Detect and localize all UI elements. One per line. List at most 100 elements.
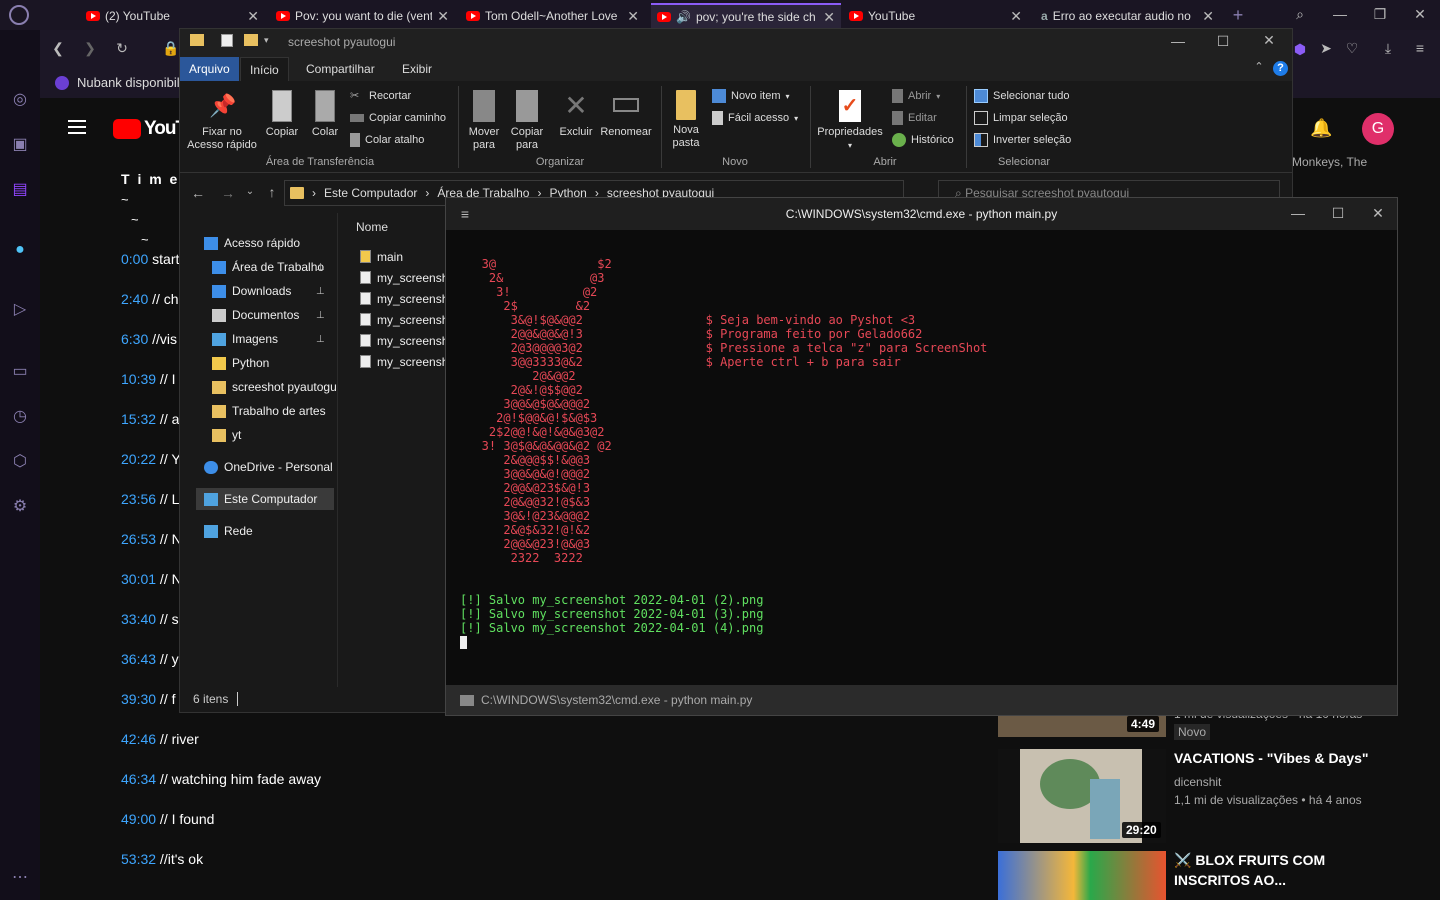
tab-pov-vent[interactable]: Pov: you want to die (vent ✕ [270, 3, 455, 29]
timestamp-link[interactable]: 33:40 [121, 611, 156, 627]
new-folder-button[interactable]: Nova pasta [664, 90, 708, 150]
avatar[interactable]: G [1362, 113, 1394, 145]
video-title-line2[interactable]: INSCRITOS AO... [1174, 872, 1286, 888]
timestamp-link[interactable]: 20:22 [121, 451, 156, 467]
shopping-bag-icon[interactable]: ▣ [10, 135, 30, 155]
extensions-icon[interactable]: ⬡ [10, 452, 30, 472]
whatsapp-icon[interactable]: ● [10, 240, 30, 260]
timestamp-link[interactable]: 23:56 [121, 491, 156, 507]
timestamp-link[interactable]: 0:00 [121, 251, 148, 267]
file-row[interactable]: my_screensh [360, 267, 448, 288]
player-icon[interactable]: ▷ [10, 300, 30, 320]
timestamp-link[interactable]: 49:00 [121, 811, 156, 827]
close-tab-icon[interactable]: ✕ [247, 8, 259, 25]
nav-item[interactable]: screeshot pyautogu [212, 376, 336, 398]
video-channel[interactable]: dicenshit [1174, 775, 1221, 789]
easy-access-button[interactable]: Fácil acesso ▾ [712, 110, 798, 126]
nav-item[interactable]: Este Computador [196, 488, 334, 510]
file-row[interactable]: main [360, 246, 403, 267]
tab-youtube-2[interactable]: YouTube ✕ [843, 3, 1028, 29]
send-icon[interactable]: ➤ [1318, 40, 1334, 57]
properties-button[interactable]: ✓ Propriedades ▾ [814, 90, 886, 152]
timestamp-link[interactable]: 39:30 [121, 691, 156, 707]
reload-icon[interactable]: ↻ [114, 40, 130, 57]
menu-compartilhar[interactable]: Compartilhar [297, 57, 384, 81]
search-icon[interactable]: ⌕ [1290, 6, 1310, 23]
file-row[interactable]: my_screensh [360, 309, 448, 330]
explorer-maximize-icon[interactable]: ☐ [1215, 33, 1231, 50]
timestamp-link[interactable]: 46:34 [121, 771, 156, 787]
open-button[interactable]: Abrir ▾ [892, 88, 940, 104]
pin-icon[interactable]: ⊥ [316, 262, 325, 273]
video-thumbnail[interactable] [998, 851, 1166, 900]
nav-item[interactable]: OneDrive - Personal [204, 456, 336, 478]
speed-dial-icon[interactable]: ◎ [10, 90, 30, 110]
nav-item[interactable]: Python [212, 352, 336, 374]
recent-dropdown-icon[interactable]: ⌄ [244, 186, 256, 197]
forward-icon[interactable]: ❯ [82, 40, 98, 57]
move-to-button[interactable]: Mover para [463, 90, 505, 152]
collapse-ribbon-icon[interactable]: ⌃ [1252, 60, 1266, 73]
timestamp-link[interactable]: 10:39 [121, 371, 156, 387]
notifications-icon[interactable]: 🔔 [1310, 118, 1332, 139]
tab-tom-odell[interactable]: Tom Odell~Another Love ✕ [460, 3, 645, 29]
properties-quick-icon[interactable] [221, 34, 233, 47]
quick-access-dropdown-icon[interactable]: ▾ [264, 35, 269, 46]
new-tab-icon[interactable]: + [1228, 5, 1248, 26]
invert-selection-button[interactable]: Inverter seleção [974, 132, 1071, 148]
nav-item[interactable]: Acesso rápido [204, 232, 336, 254]
pin-icon[interactable]: ⊥ [316, 310, 325, 321]
twitch-icon[interactable]: ▤ [10, 180, 30, 200]
file-row[interactable]: my_screensh [360, 330, 448, 351]
clear-selection-button[interactable]: Limpar seleção [974, 110, 1068, 126]
close-icon[interactable]: ✕ [1410, 6, 1430, 23]
up-arrow-icon[interactable]: ↑ [264, 184, 280, 200]
timestamp-link[interactable]: 53:32 [121, 851, 156, 867]
history-button[interactable]: Histórico [892, 132, 954, 148]
cmd-output[interactable]: 3@ $2 2& @3 3! @2 2$ &2 3&@!$@&@@2 $ Sej… [446, 230, 1397, 685]
settings-icon[interactable]: ⚙ [10, 497, 30, 517]
rename-button[interactable]: Renomear [598, 90, 654, 139]
close-tab-icon[interactable]: ✕ [823, 9, 835, 26]
timestamp-link[interactable]: 42:46 [121, 731, 156, 747]
breadcrumb-computer[interactable]: Este Computador [324, 186, 417, 200]
cmd-maximize-icon[interactable]: ☐ [1330, 205, 1346, 222]
delete-button[interactable]: ✕ Excluir [556, 90, 596, 139]
nav-item[interactable]: Documentos ⊥ [212, 304, 336, 326]
download-icon[interactable]: ⤓ [1380, 40, 1396, 57]
tab-erro-audio[interactable]: a Erro ao executar audio no ✕ [1035, 3, 1220, 29]
copy-to-button[interactable]: Copiar para [506, 90, 548, 152]
timestamp-link[interactable]: 30:01 [121, 571, 156, 587]
nav-item[interactable]: Área de Trabalho ⊥ [212, 256, 336, 278]
speaker-icon[interactable]: 🔊 [676, 10, 691, 24]
tab-pov-side[interactable]: 🔊 pov; you're the side ch ✕ [651, 3, 841, 29]
back-icon[interactable]: ❮ [50, 40, 66, 57]
cmd-taskbar-preview[interactable]: C:\WINDOWS\system32\cmd.exe - python mai… [446, 685, 1397, 715]
channel-name-partial[interactable]: Monkeys, The [1292, 155, 1367, 169]
explorer-minimize-icon[interactable]: — [1170, 33, 1186, 49]
edit-button[interactable]: Editar [892, 110, 937, 126]
cut-button[interactable]: ✂ Recortar [350, 88, 411, 104]
close-tab-icon[interactable]: ✕ [1202, 8, 1214, 25]
tab-youtube-1[interactable]: (2) YouTube ✕ [80, 3, 265, 29]
timestamp-link[interactable]: 26:53 [121, 531, 156, 547]
menu-inicio[interactable]: Início [240, 57, 289, 81]
paste-shortcut-button[interactable]: Colar atalho [350, 132, 424, 148]
restore-icon[interactable]: ❐ [1370, 6, 1390, 23]
column-header-name[interactable]: Nome [356, 220, 388, 234]
close-tab-icon[interactable]: ✕ [627, 8, 639, 25]
close-tab-icon[interactable]: ✕ [437, 8, 449, 25]
tabs-icon[interactable]: ▭ [10, 362, 30, 382]
hamburger-icon[interactable] [68, 120, 86, 134]
help-icon[interactable]: ? [1273, 61, 1288, 76]
nav-item[interactable]: Imagens ⊥ [212, 328, 336, 350]
cmd-menu-icon[interactable]: ≡ [458, 206, 472, 222]
timestamp-link[interactable]: 15:32 [121, 411, 156, 427]
new-item-button[interactable]: Novo item ▾ [712, 88, 790, 104]
new-folder-quick-icon[interactable] [244, 34, 258, 46]
cmd-minimize-icon[interactable]: — [1290, 205, 1306, 221]
menu-arquivo[interactable]: Arquivo [180, 57, 239, 81]
heart-icon[interactable]: ♡ [1344, 40, 1360, 57]
video-title[interactable]: VACATIONS - "Vibes & Days" [1174, 750, 1369, 766]
paste-button[interactable]: Colar [305, 90, 345, 139]
